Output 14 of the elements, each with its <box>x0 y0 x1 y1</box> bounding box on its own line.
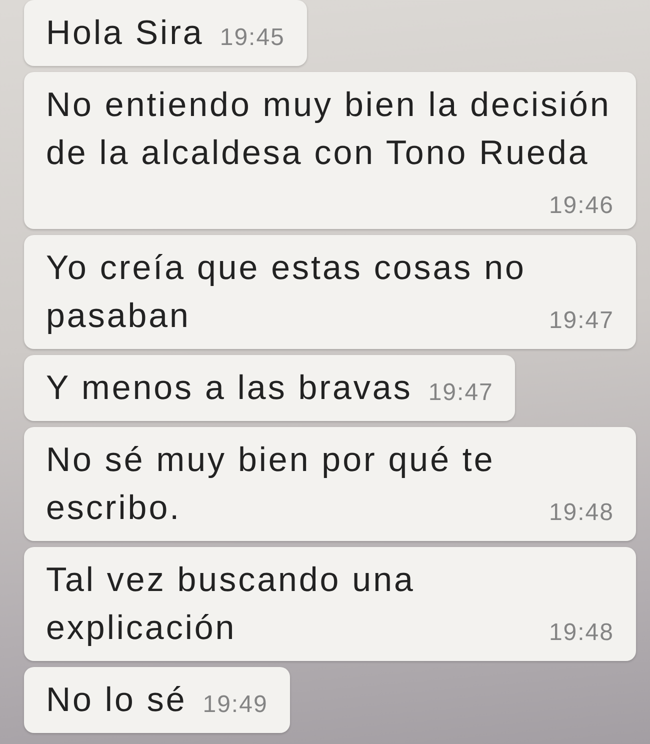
message-text: Tal vez buscando una explicación <box>46 561 415 647</box>
message-time: 19:47 <box>548 307 614 335</box>
message-text: Y menos a las bravas <box>46 369 412 407</box>
message-time: 19:45 <box>220 24 285 52</box>
message-time: 19:48 <box>548 499 614 527</box>
message-time: 19:46 <box>548 192 614 220</box>
message-time: 19:49 <box>202 691 268 719</box>
message-time: 19:48 <box>548 619 614 647</box>
message-text: No lo sé <box>46 681 187 719</box>
message-text: No sé muy bien por qué te escribo. <box>46 441 495 527</box>
message-time: 19:47 <box>428 379 494 407</box>
message-text: Hola Sira <box>46 14 204 52</box>
message-text: No entiendo muy bien la decisión de la alcaldesa con Tono Rueda <box>46 86 611 172</box>
message-text: Yo creía que estas cosas no pasaban <box>46 249 526 335</box>
